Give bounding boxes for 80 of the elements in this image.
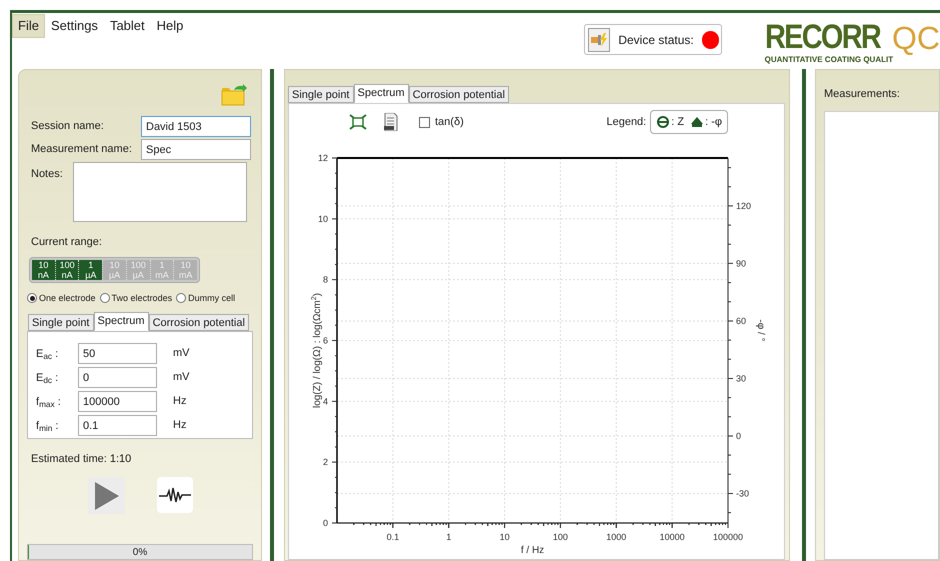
measurements-label: Measurements: bbox=[824, 87, 901, 102]
parameter-label: f$_{min}$ : bbox=[36, 418, 60, 434]
text-field[interactable]: Spec bbox=[141, 139, 251, 160]
parameter-label: f$_{max}$ : bbox=[36, 394, 62, 410]
x-tick-label: 1 bbox=[446, 532, 452, 542]
field-label: Session name: bbox=[30, 119, 105, 134]
y-tick-label: 6 bbox=[322, 336, 328, 346]
unit-label: Hz bbox=[173, 394, 186, 410]
tab[interactable]: Single point bbox=[288, 86, 354, 103]
logo-tagline: QUANTITATIVE COATING QUALIT bbox=[764, 55, 894, 66]
triangle-marker-icon bbox=[690, 116, 704, 128]
estimated-time: Estimated time: 1:10 bbox=[30, 452, 132, 466]
field-label: Measurement name: bbox=[30, 142, 133, 158]
unit-label: mV bbox=[173, 370, 190, 386]
electrode-radio[interactable]: One electrode bbox=[27, 292, 96, 306]
legend-text: : -φ bbox=[705, 114, 722, 130]
progress-text: 0% bbox=[132, 546, 148, 559]
legend-text: : Z bbox=[671, 114, 684, 130]
y-tick-label: 4 bbox=[322, 396, 328, 406]
device-status-label: Device status: bbox=[618, 32, 694, 48]
notes-field[interactable] bbox=[73, 162, 247, 222]
tab[interactable]: Corrosion potential bbox=[148, 314, 249, 332]
y2-tick-label: -30 bbox=[736, 488, 750, 498]
y-tick-label: 0 bbox=[322, 518, 328, 528]
parameter-field[interactable]: 50 bbox=[78, 343, 157, 364]
menu-item[interactable]: Tablet bbox=[104, 14, 151, 38]
current-range-selector[interactable]: 10 nA 100 nA 1 µA 10 µA 100 µA 1 mA 10 mA bbox=[29, 256, 200, 283]
y2-tick-label: 60 bbox=[736, 316, 746, 326]
parameter-field[interactable]: 100000 bbox=[78, 391, 157, 412]
x-tick-label: 10000 bbox=[660, 532, 685, 542]
parameter-label: E$_{dc}$ : bbox=[36, 370, 60, 386]
folder-icon[interactable] bbox=[221, 84, 247, 106]
export-document-icon[interactable] bbox=[383, 113, 399, 131]
parameter-field[interactable]: 0 bbox=[78, 367, 157, 388]
range-segment[interactable]: 10 nA bbox=[32, 260, 55, 280]
menu-item[interactable]: Help bbox=[150, 14, 190, 38]
x-tick-label: 0.1 bbox=[386, 532, 400, 542]
text-field[interactable]: David 1503 bbox=[141, 116, 251, 137]
y-tick-label: 2 bbox=[322, 457, 328, 468]
parameter-label: E$_{ac}$ : bbox=[36, 346, 60, 362]
range-segment[interactable]: 100 nA bbox=[54, 260, 78, 280]
tab[interactable]: Single point bbox=[28, 314, 94, 332]
x-axis-title: f / Hz bbox=[520, 545, 544, 556]
connect-button[interactable] bbox=[588, 28, 610, 52]
x-tick-label: 10 bbox=[500, 532, 510, 542]
fit-view-icon[interactable] bbox=[349, 114, 367, 130]
y2-axis-title: -φ / ° bbox=[755, 319, 766, 342]
y2-tick-label: 0 bbox=[736, 430, 742, 441]
current-range-label: Current range: bbox=[30, 235, 103, 250]
logo-suffix: QC bbox=[892, 22, 940, 54]
notes-label: Notes: bbox=[30, 167, 64, 182]
waveform-icon bbox=[159, 487, 191, 503]
parameter-field[interactable]: 0.1 bbox=[78, 415, 157, 436]
logo-wordmark: RECORR bbox=[764, 20, 880, 54]
unit-label: Hz bbox=[173, 418, 186, 434]
start-button[interactable] bbox=[88, 477, 125, 514]
tab[interactable]: Spectrum bbox=[94, 312, 149, 332]
play-icon bbox=[94, 482, 118, 510]
legend-label: Legend: bbox=[606, 114, 646, 130]
y2-tick-label: 120 bbox=[736, 200, 752, 211]
tan-delta-checkbox[interactable]: tan(δ) bbox=[419, 114, 464, 130]
x-tick-label: 100000 bbox=[712, 532, 744, 542]
y2-tick-label: 30 bbox=[736, 373, 746, 384]
menu-item[interactable]: Settings bbox=[44, 14, 104, 38]
circle-marker-icon bbox=[656, 116, 670, 128]
x-tick-label: 100 bbox=[552, 532, 568, 542]
y-tick-label: 10 bbox=[318, 214, 328, 224]
tab[interactable]: Spectrum bbox=[354, 84, 409, 103]
y-tick-label: 8 bbox=[322, 274, 328, 285]
plug-lightning-icon bbox=[590, 32, 608, 48]
unit-label: mV bbox=[173, 346, 190, 362]
tab[interactable]: Corrosion potential bbox=[408, 86, 509, 103]
range-segment[interactable]: 1 µA bbox=[78, 260, 102, 280]
x-tick-label: 1000 bbox=[606, 532, 626, 542]
waveform-button[interactable] bbox=[157, 477, 193, 513]
electrode-radio[interactable]: Two electrodes bbox=[100, 292, 172, 306]
y2-tick-label: 90 bbox=[736, 258, 746, 268]
electrode-radio[interactable]: Dummy cell bbox=[176, 292, 236, 306]
y-tick-label: 12 bbox=[318, 153, 328, 163]
menu-item[interactable]: File bbox=[12, 14, 45, 38]
